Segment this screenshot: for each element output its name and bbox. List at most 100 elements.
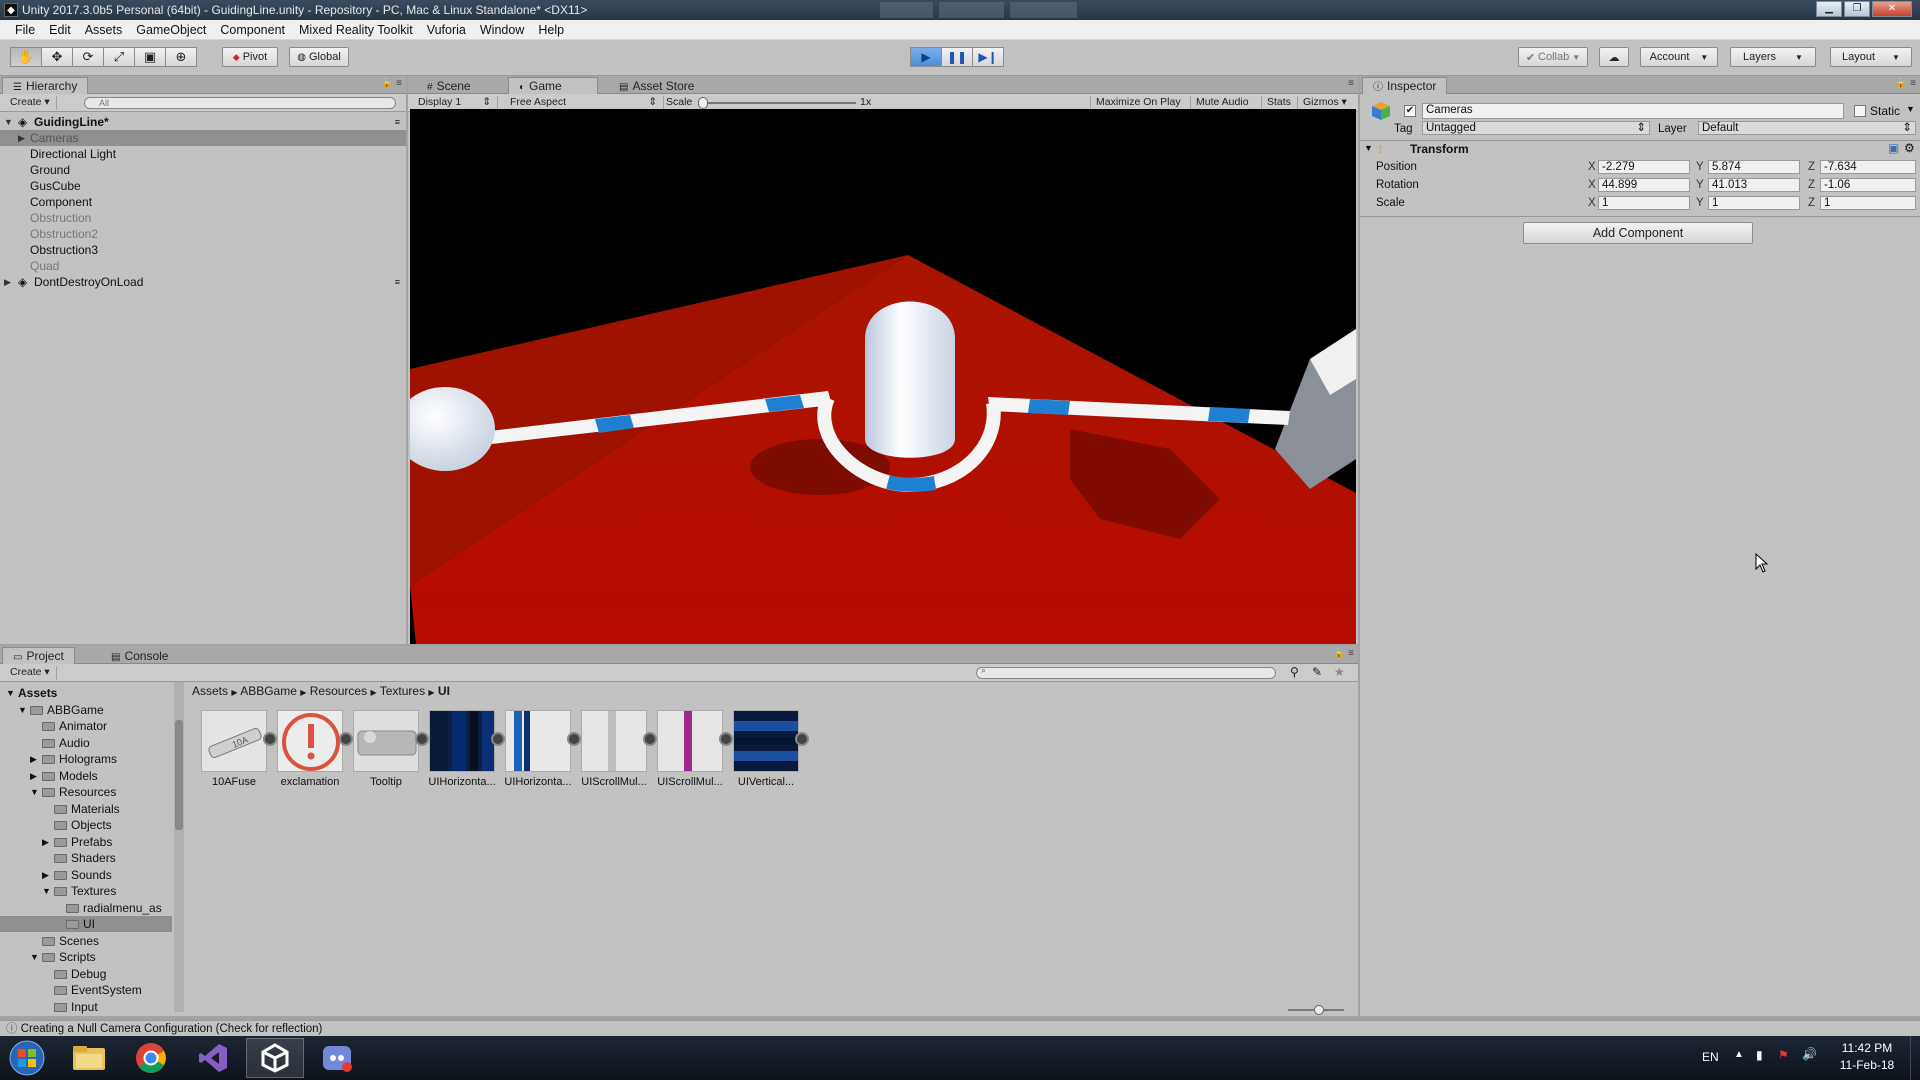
fold-arrow-icon[interactable]: ▼ [18,702,27,718]
minimize-button[interactable]: ▁ [1816,1,1842,17]
folder-tree-item[interactable]: Input [0,999,172,1015]
action-center-flag-icon[interactable]: ⚑ [1778,1048,1789,1062]
play-button[interactable]: ▶ [910,47,942,67]
scene-menu-icon[interactable]: ≡ [395,114,400,130]
hierarchy-create-dropdown[interactable]: Create ▾ [4,96,57,110]
tab-hierarchy[interactable]: ☰ Hierarchy [2,77,89,94]
tab-asset-store[interactable]: ▤ Asset Store [608,77,705,94]
hierarchy-item-obstruction[interactable]: Obstruction [0,210,406,226]
folder-tree-item[interactable]: Scenes [0,933,172,949]
scale-slider-thumb[interactable] [698,97,708,109]
breadcrumb-assets[interactable]: Assets [192,684,228,698]
fold-arrow-icon[interactable]: ▶ [42,834,49,850]
gizmos-dropdown[interactable]: Gizmos ▾ [1297,96,1352,110]
folder-tree-item[interactable]: ▶ Holograms [0,751,172,767]
rotation-x-field[interactable]: 44.899 [1598,178,1690,192]
asset-exclamation[interactable]: exclamation [275,710,353,788]
filter-type-icon[interactable]: ⚲ [1290,665,1299,679]
global-toggle[interactable]: ◍ Global [289,47,349,67]
rect-tool-icon[interactable]: ▣ [134,47,166,67]
network-icon[interactable]: ▮ [1756,1048,1763,1062]
step-button[interactable]: ▶❙ [972,47,1004,67]
folder-tree-item[interactable]: Materials [0,801,172,817]
layout-dropdown[interactable]: Layout ▼ [1830,47,1912,67]
discord-taskbar-icon[interactable] [308,1038,366,1078]
folder-tree-item[interactable]: Objects [0,817,172,833]
panel-menu-icon[interactable]: ≡ [1348,78,1354,89]
project-search-input[interactable]: ⌕ [976,665,1276,679]
hierarchy-item-component[interactable]: Component [0,194,406,210]
rotate-tool-icon[interactable]: ⟳ [72,47,104,67]
menu-vuforia[interactable]: Vuforia [420,23,473,37]
folder-tree-item[interactable]: ▼ Resources [0,784,172,800]
fold-arrow-icon[interactable]: ▼ [30,949,39,965]
gear-icon[interactable]: ⚙ [1904,141,1915,155]
thumbnail-size-slider[interactable] [1288,1005,1344,1015]
expand-asset-icon[interactable] [415,732,429,746]
thumbnail-size-thumb[interactable] [1314,1005,1324,1015]
menu-file[interactable]: File [8,23,42,37]
fold-arrow-icon[interactable]: ▼ [1364,143,1373,153]
expand-asset-icon[interactable] [643,732,657,746]
fold-arrow-icon[interactable]: ▼ [30,784,39,800]
folder-tree-item[interactable]: EventSystem [0,982,172,998]
menu-assets[interactable]: Assets [78,23,130,37]
tree-scrollbar[interactable] [174,682,184,1012]
chevron-down-icon[interactable]: ▼ [1906,104,1915,114]
folder-tree-item[interactable]: ▼ Scripts [0,949,172,965]
game-viewport[interactable] [410,109,1356,644]
folder-tree-item[interactable]: Audio [0,735,172,751]
position-x-field[interactable]: -2.279 [1598,160,1690,174]
tree-scrollbar-thumb[interactable] [175,720,183,830]
display-dropdown[interactable]: Display 1 ⇕ [412,96,498,110]
tab-scene[interactable]: # Scene [416,77,482,94]
maximize-button[interactable]: ❐ [1844,1,1870,17]
expand-asset-icon[interactable] [567,732,581,746]
stats-toggle[interactable]: Stats [1261,96,1296,110]
account-dropdown[interactable]: Account ▼ [1640,47,1718,67]
breadcrumb-ui[interactable]: UI [438,684,450,698]
unity-taskbar-icon[interactable] [246,1038,304,1078]
breadcrumb-textures[interactable]: Textures [380,684,425,698]
scene-root-row[interactable]: ▼ ◈ GuidingLine* ≡ [0,114,406,130]
hand-tool-icon[interactable]: ✋ [10,47,42,67]
panel-menu-icon[interactable]: 🔒 ≡ [1333,648,1354,659]
filter-label-icon[interactable]: ✎ [1312,665,1322,679]
folder-tree-item[interactable]: ▼ Textures [0,883,172,899]
panel-menu-icon[interactable]: 🔒 ≡ [1895,78,1916,89]
asset-tooltip[interactable]: Tooltip [351,710,429,788]
hierarchy-item-obstruction2[interactable]: Obstruction2 [0,226,406,242]
tab-console[interactable]: ▤ Console [100,647,179,664]
menu-window[interactable]: Window [473,23,531,37]
fold-arrow-icon[interactable]: ▶ [30,768,37,784]
position-y-field[interactable]: 5.874 [1708,160,1800,174]
folder-tree-item[interactable]: ▶ Prefabs [0,834,172,850]
asset-uihorizontal-2[interactable]: UIHorizonta... [503,710,581,788]
menu-help[interactable]: Help [531,23,571,37]
show-desktop-button[interactable] [1910,1036,1920,1080]
folder-tree-item[interactable]: ▶ Sounds [0,867,172,883]
language-indicator[interactable]: EN [1702,1050,1719,1064]
transform-tool-icon[interactable]: ⊕ [165,47,197,67]
hierarchy-item-obstruction3[interactable]: Obstruction3 [0,242,406,258]
visual-studio-taskbar-icon[interactable] [184,1038,242,1078]
aspect-dropdown[interactable]: Free Aspect ⇕ [504,96,664,110]
pause-button[interactable]: ❚❚ [941,47,973,67]
breadcrumb-resources[interactable]: Resources [310,684,367,698]
asset-10afuse[interactable]: 10A 10AFuse [199,710,277,788]
fold-arrow-icon[interactable]: ▶ [42,867,49,883]
static-checkbox[interactable] [1854,105,1866,117]
tab-game[interactable]: ◐ Game [508,77,598,94]
scene-menu-icon[interactable]: ≡ [395,274,400,290]
taskbar-time[interactable]: 11:42 PM [1838,1041,1896,1055]
move-tool-icon[interactable]: ✥ [41,47,73,67]
scale-slider[interactable] [698,97,856,109]
layer-dropdown[interactable]: Default ⇕ [1698,121,1916,135]
scale-z-field[interactable]: 1 [1820,196,1916,210]
fold-arrow-icon[interactable]: ▼ [42,883,51,899]
status-message[interactable]: Creating a Null Camera Configuration (Ch… [21,1023,323,1035]
file-explorer-taskbar-icon[interactable] [60,1038,118,1078]
expand-asset-icon[interactable] [719,732,733,746]
cloud-button[interactable]: ☁ [1599,47,1629,67]
layers-dropdown[interactable]: Layers ▼ [1730,47,1816,67]
